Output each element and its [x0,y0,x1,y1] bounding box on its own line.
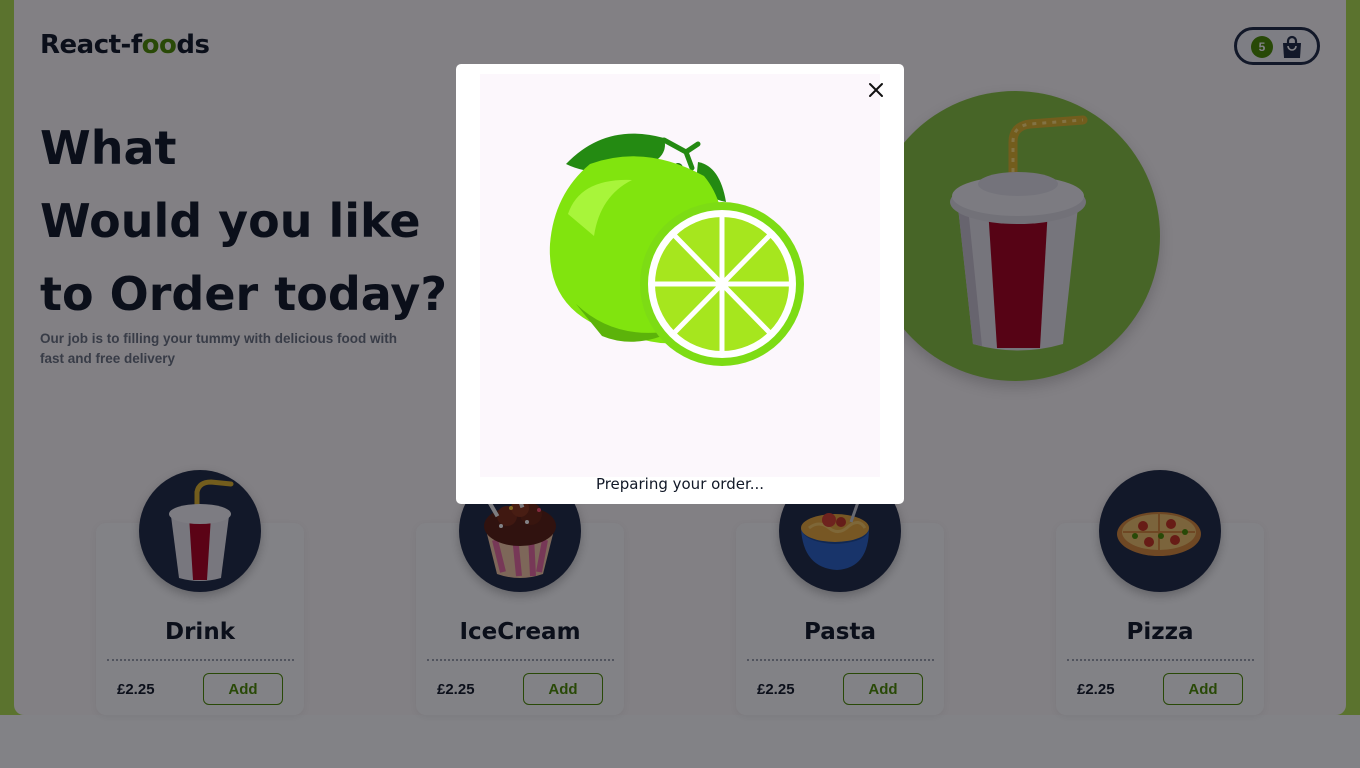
close-icon[interactable] [864,78,888,102]
lime-illustration [549,133,804,366]
order-status-text: Preparing your order... [595,475,765,493]
order-status-modal: Preparing your order... [456,64,904,504]
